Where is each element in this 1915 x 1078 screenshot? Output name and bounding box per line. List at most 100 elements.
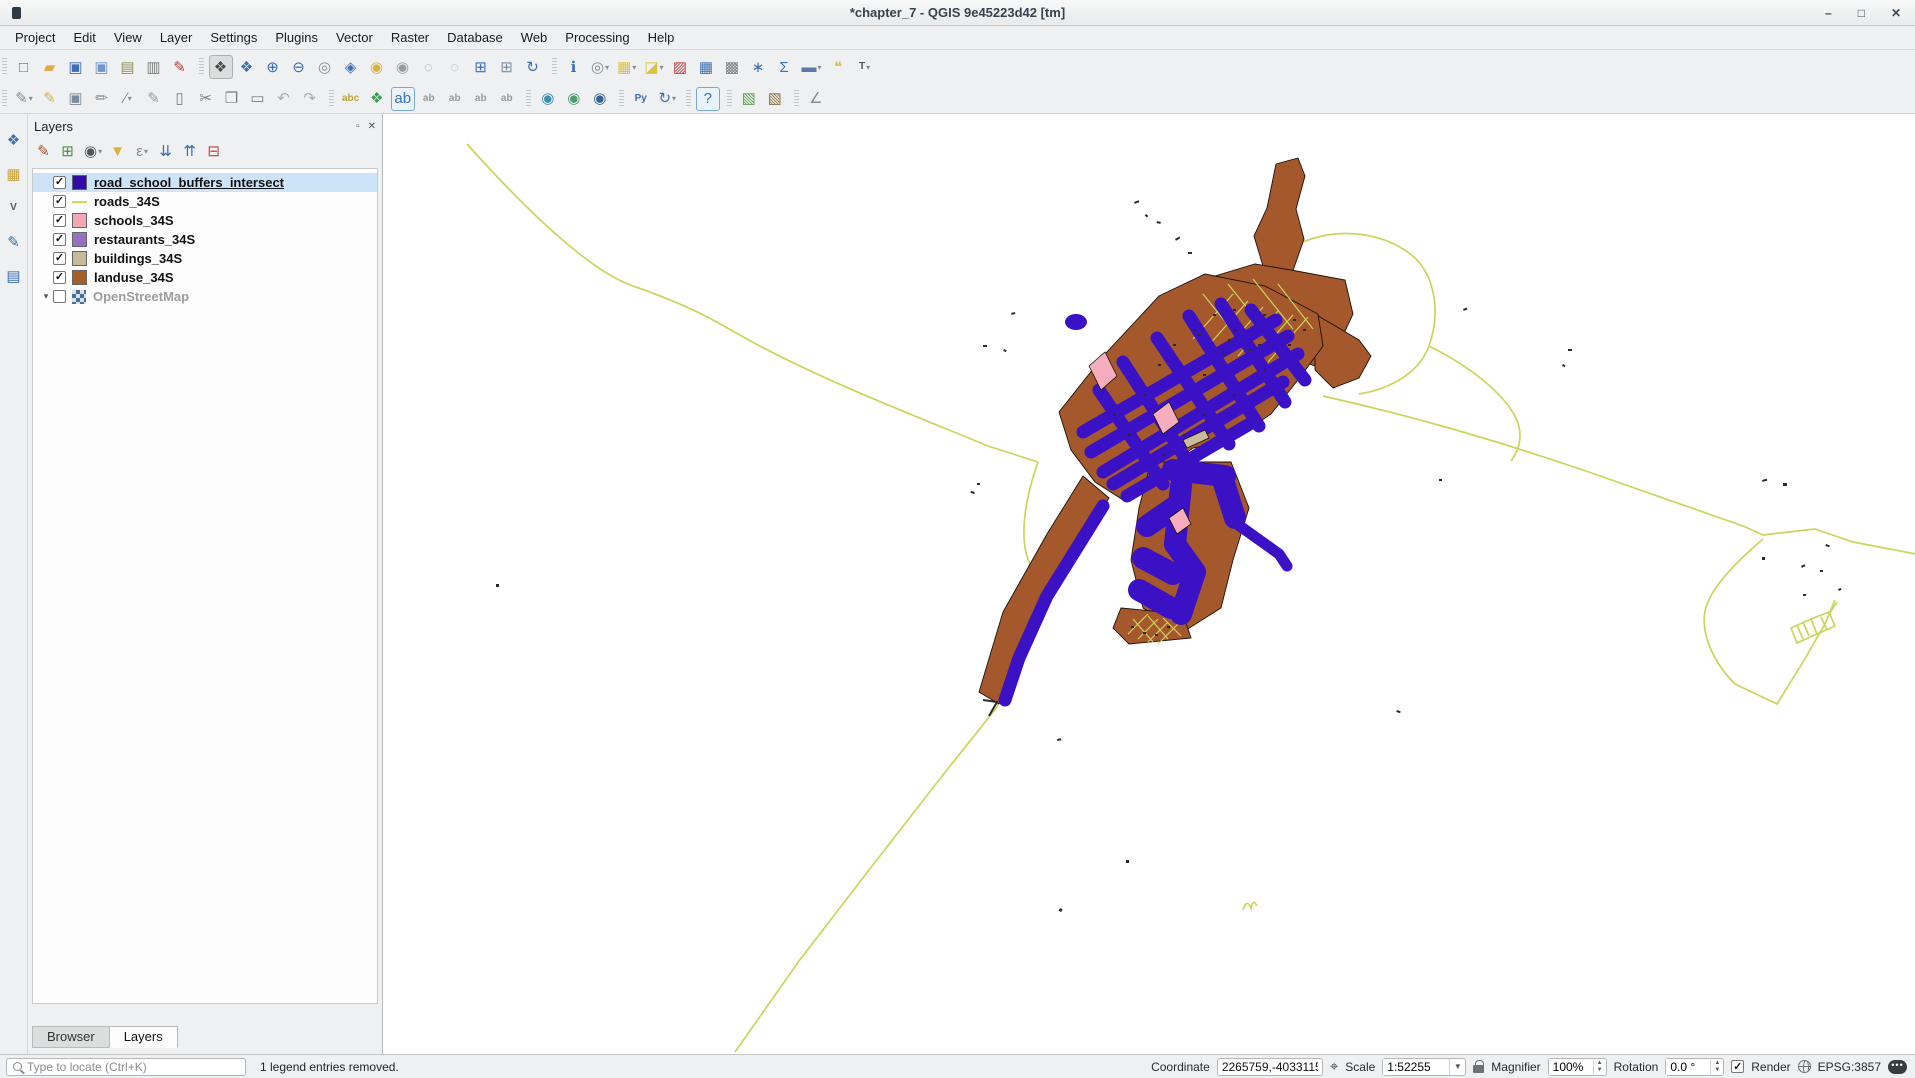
measure-button[interactable]: ▬▾ xyxy=(799,55,825,79)
layer-visibility-checkbox[interactable] xyxy=(53,290,66,303)
filter-by-expression-button[interactable]: ε▾ xyxy=(131,140,153,162)
zoom-in-button[interactable]: ⊕ xyxy=(261,55,285,79)
manage-map-themes-button[interactable]: ◉▾ xyxy=(81,140,105,162)
filter-legend-button[interactable]: ▼ xyxy=(107,140,129,162)
processing-history-button[interactable]: ↻▾ xyxy=(655,87,679,111)
zoom-to-layer-button[interactable]: ◉ xyxy=(391,55,415,79)
add-database-layer-button[interactable]: ▤ xyxy=(2,264,26,288)
deselect-features-button[interactable]: ▨ xyxy=(669,55,693,79)
toggle-editing-button[interactable]: ✎ xyxy=(38,87,62,111)
scale-input[interactable] xyxy=(1383,1059,1449,1075)
menu-item[interactable]: Layer xyxy=(151,27,202,48)
profile-tool-button[interactable]: ∠ xyxy=(804,87,828,111)
menu-item[interactable]: Vector xyxy=(327,27,382,48)
add-group-button[interactable]: ⊞ xyxy=(57,140,79,162)
messages-icon[interactable]: ••• xyxy=(1888,1060,1907,1074)
magnifier-input[interactable] xyxy=(1549,1059,1593,1075)
close-button[interactable]: ✕ xyxy=(1891,6,1901,20)
select-by-value-button[interactable]: ◪▾ xyxy=(641,55,666,79)
map-tips-button[interactable]: ❝ xyxy=(827,55,851,79)
collapse-all-button[interactable]: ⇈ xyxy=(179,140,201,162)
metasearch-button[interactable]: ◉ xyxy=(588,87,612,111)
new-print-layout-button[interactable]: ▤ xyxy=(116,55,140,79)
pin-labels-button[interactable]: ab xyxy=(417,87,441,111)
identify-features-button[interactable]: ℹ xyxy=(562,55,586,79)
lock-scale-icon[interactable] xyxy=(1473,1065,1484,1073)
menu-item[interactable]: Raster xyxy=(382,27,438,48)
minimize-button[interactable]: – xyxy=(1825,6,1832,20)
rotation-input[interactable] xyxy=(1666,1059,1710,1075)
highlight-labels-button[interactable]: ab xyxy=(391,87,415,111)
field-calculator-button[interactable]: ▩ xyxy=(721,55,745,79)
map-canvas[interactable] xyxy=(382,114,1915,1054)
layer-visibility-checkbox[interactable]: ✓ xyxy=(53,252,66,265)
layer-item[interactable]: ▾ OpenStreetMap xyxy=(33,287,377,306)
zoom-out-button[interactable]: ⊖ xyxy=(287,55,311,79)
digitize-button[interactable]: ✏ xyxy=(90,87,114,111)
chevron-down-icon[interactable]: ▼ xyxy=(1449,1059,1465,1075)
layer-visibility-checkbox[interactable]: ✓ xyxy=(53,271,66,284)
redo-button[interactable]: ↷ xyxy=(298,87,322,111)
move-label-button[interactable]: ab xyxy=(469,87,493,111)
layer-item[interactable]: ✓ buildings_34S xyxy=(33,249,377,268)
change-label-button[interactable]: ab xyxy=(495,87,519,111)
menu-item[interactable]: Project xyxy=(6,27,64,48)
layer-item[interactable]: ✓ roads_34S xyxy=(33,192,377,211)
open-layer-styling-button[interactable]: ✎ xyxy=(33,140,55,162)
new-map-view-button[interactable]: ⊞ xyxy=(469,55,493,79)
spin-arrows-icon[interactable]: ▲▼ xyxy=(1593,1060,1606,1074)
select-features-button[interactable]: ▦▾ xyxy=(614,55,639,79)
cut-features-button[interactable]: ✂ xyxy=(194,87,218,111)
crs-globe-icon[interactable] xyxy=(1798,1060,1811,1073)
panel-float-icon[interactable]: ▫ xyxy=(356,121,360,132)
extents-toggle-icon[interactable]: ⌖ xyxy=(1330,1058,1338,1075)
layer-visibility-checkbox[interactable]: ✓ xyxy=(53,195,66,208)
menu-item[interactable]: Plugins xyxy=(266,27,327,48)
add-raster-layer-button[interactable]: ▦ xyxy=(2,162,26,186)
zoom-to-selection-button[interactable]: ◉ xyxy=(365,55,389,79)
processing-toolbox-button[interactable]: ∗ xyxy=(747,55,771,79)
remove-layer-button[interactable]: ⊟ xyxy=(203,140,225,162)
render-checkbox[interactable]: ✓ xyxy=(1731,1060,1744,1073)
delete-selected-button[interactable]: ▯ xyxy=(168,87,192,111)
coordinate-input[interactable] xyxy=(1217,1058,1323,1076)
attribute-table-button[interactable]: ▦ xyxy=(695,55,719,79)
run-feature-action-button[interactable]: ◎▾ xyxy=(588,55,612,79)
show-hide-labels-button[interactable]: ab xyxy=(443,87,467,111)
text-annotation-button[interactable]: T▾ xyxy=(853,55,877,79)
zoom-full-button[interactable]: ◈ xyxy=(339,55,363,79)
zoom-last-button[interactable]: ◌ xyxy=(417,55,441,79)
expander-icon[interactable]: ▾ xyxy=(39,291,53,302)
layer-labeling-button[interactable]: abc xyxy=(339,87,363,111)
panel-close-icon[interactable]: ✕ xyxy=(368,121,376,132)
magnifier-spinbox[interactable]: ▲▼ xyxy=(1548,1058,1607,1076)
style-manager-button[interactable]: ✎ xyxy=(168,55,192,79)
layer-visibility-checkbox[interactable]: ✓ xyxy=(53,214,66,227)
pan-to-selection-button[interactable]: ❖ xyxy=(235,55,259,79)
open-project-button[interactable]: ▰ xyxy=(38,55,62,79)
multiedit-button[interactable]: ✎ xyxy=(142,87,166,111)
paste-features-button[interactable]: ▭ xyxy=(246,87,270,111)
spin-arrows-icon[interactable]: ▲▼ xyxy=(1710,1060,1723,1074)
locator-search-input[interactable]: Type to locate (Ctrl+K) xyxy=(6,1058,246,1076)
copy-features-button[interactable]: ❐ xyxy=(220,87,244,111)
menu-item[interactable]: Database xyxy=(438,27,512,48)
scale-combobox[interactable]: ▼ xyxy=(1382,1058,1466,1076)
save-project-as-button[interactable]: ▣ xyxy=(90,55,114,79)
layer-item[interactable]: ✓ landuse_34S xyxy=(33,268,377,287)
menu-item[interactable]: Edit xyxy=(64,27,104,48)
layer-visibility-checkbox[interactable]: ✓ xyxy=(53,233,66,246)
save-layer-edits-button[interactable]: ▣ xyxy=(64,87,88,111)
vertex-tool-button[interactable]: ∕▾ xyxy=(116,87,140,111)
zoom-native-button[interactable]: ◎ xyxy=(313,55,337,79)
expand-all-button[interactable]: ⇊ xyxy=(155,140,177,162)
undo-button[interactable]: ↶ xyxy=(272,87,296,111)
plugin-map-library-button[interactable]: ▧ xyxy=(737,87,761,111)
crs-status[interactable]: EPSG:3857 xyxy=(1818,1060,1881,1074)
tab-layers[interactable]: Layers xyxy=(109,1026,178,1048)
metasearch-add-button[interactable]: ◉ xyxy=(536,87,560,111)
pan-map-button[interactable]: ❖ xyxy=(209,55,233,79)
current-edits-button[interactable]: ✎▾ xyxy=(12,87,36,111)
help-contents-button[interactable]: ? xyxy=(696,87,720,111)
maximize-button[interactable]: □ xyxy=(1858,6,1865,20)
